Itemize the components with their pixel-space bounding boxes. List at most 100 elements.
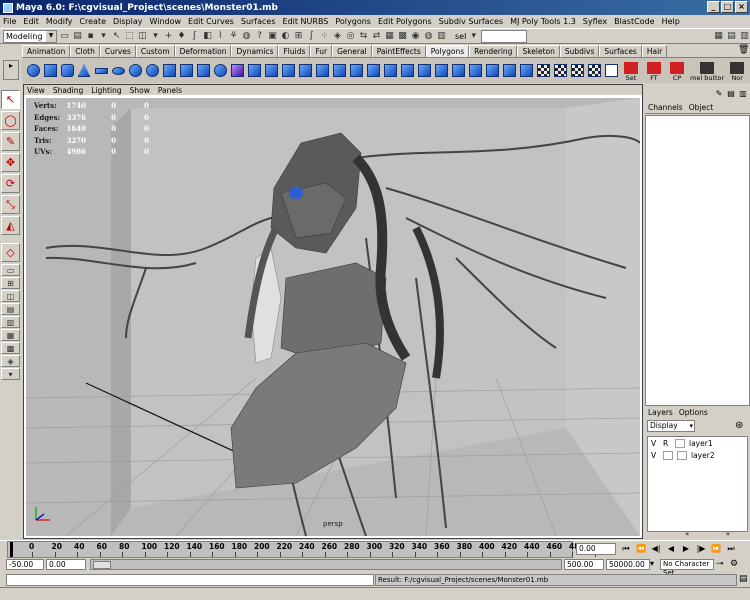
boolean-icon[interactable] (212, 62, 228, 79)
snap-view-plane-icon[interactable]: ◈ (332, 30, 343, 42)
poly-cube-icon[interactable] (42, 62, 58, 79)
bevel-icon[interactable] (297, 62, 313, 79)
menu-edit-nurbs[interactable]: Edit NURBS (283, 17, 329, 26)
manipulator-tool-icon[interactable]: ◭ (1, 216, 20, 235)
panel-menu-view[interactable]: View (27, 86, 45, 95)
menu-modify[interactable]: Modify (46, 17, 73, 26)
menu-subdiv-surfaces[interactable]: Subdiv Surfaces (439, 17, 503, 26)
select-surfaces-icon[interactable]: ◧ (202, 30, 213, 42)
step-forward-key-icon[interactable]: ⏩ (710, 542, 722, 555)
poly-soccer-ball-icon[interactable] (144, 62, 160, 79)
snap-curve-icon[interactable]: ʃ (306, 30, 317, 42)
play-backward-icon[interactable]: ◀ (665, 542, 677, 555)
average-vertices-icon[interactable] (246, 62, 262, 79)
auto-key-icon[interactable]: ⊸ (716, 559, 724, 569)
layer-menu-layers[interactable]: Layers (648, 408, 673, 417)
animation-start-field[interactable]: -50.00 (6, 559, 44, 570)
play-forward-icon[interactable]: ▶ (680, 542, 692, 555)
animation-end-field[interactable]: 50000.00 (606, 559, 650, 570)
menu-edit-polygons[interactable]: Edit Polygons (378, 17, 432, 26)
split-polygon-icon[interactable] (314, 62, 330, 79)
go-to-start-icon[interactable]: ⏮ (620, 542, 632, 555)
shelf-button-cp[interactable]: CP (666, 60, 688, 82)
range-thumb[interactable] (93, 561, 111, 569)
select-object-icon[interactable]: ⬚ (124, 30, 135, 42)
shelf-tab-hair[interactable]: Hair (641, 45, 668, 57)
shelf-tab-dynamics[interactable]: Dynamics (231, 45, 279, 57)
collapse-icon[interactable] (382, 62, 398, 79)
menu-blastcode[interactable]: BlastCode (614, 17, 654, 26)
combine-icon[interactable] (161, 62, 177, 79)
extrude-edge-icon[interactable] (280, 62, 296, 79)
merge-edges-icon[interactable] (365, 62, 381, 79)
shelf-button-set[interactable]: Set (620, 60, 642, 82)
create-polygon-icon[interactable] (433, 62, 449, 79)
spherical-mapping-icon[interactable] (569, 62, 585, 79)
blend-layout-icon[interactable]: ◈ (1, 355, 20, 367)
hypershade-layout-icon[interactable]: ▥ (1, 316, 20, 328)
ipr-render-icon[interactable]: ◍ (423, 30, 434, 42)
move-tool-icon[interactable]: ✥ (1, 153, 20, 172)
panel-menu-panels[interactable]: Panels (158, 86, 182, 95)
tool-settings-icon[interactable]: ▤ (726, 30, 737, 42)
paint-select-tool-icon[interactable]: ✎ (1, 132, 20, 151)
panel-menu-shading[interactable]: Shading (53, 86, 83, 95)
menu-help[interactable]: Help (662, 17, 680, 26)
shelf-tab-subdivs[interactable]: Subdivs (559, 45, 600, 57)
wedge-face-icon[interactable] (331, 62, 347, 79)
mask-dropdown-icon[interactable]: ▾ (150, 30, 161, 42)
quadrangulate-icon[interactable] (501, 62, 517, 79)
shelf-tab-surfaces[interactable]: Surfaces (599, 45, 642, 57)
panel-menu-show[interactable]: Show (130, 86, 150, 95)
step-back-key-icon[interactable]: ⏪ (635, 542, 647, 555)
shelf-tab-deformation[interactable]: Deformation (174, 45, 232, 57)
cylindrical-mapping-icon[interactable] (552, 62, 568, 79)
graph-layout-icon[interactable]: ▦ (1, 329, 20, 341)
shelf-tab-fluids[interactable]: Fluids (278, 45, 311, 57)
channel-box-toggle-icon[interactable]: ▥ (739, 30, 750, 42)
select-hierarchy-icon[interactable]: ▾ (98, 30, 109, 42)
mel-command-input[interactable] (6, 574, 374, 586)
menu-create[interactable]: Create (79, 17, 106, 26)
shelf-tab-animation[interactable]: Animation (22, 45, 71, 57)
chevron-down-icon[interactable]: ▾ (650, 559, 654, 568)
highlight-selection-icon[interactable]: ◐ (280, 30, 291, 42)
layer-color-swatch[interactable] (677, 450, 687, 460)
triangulate-icon[interactable] (484, 62, 500, 79)
select-rendering-icon[interactable]: ◍ (241, 30, 252, 42)
uv-texture-editor-icon[interactable] (603, 62, 619, 79)
layer-visibility-toggle[interactable]: V (651, 451, 659, 460)
channel-box-layout-icon[interactable]: ▤ (726, 89, 736, 99)
render-globals-icon[interactable]: ▥ (436, 30, 447, 42)
poly-sphere-icon[interactable] (25, 62, 41, 79)
menu-display[interactable]: Display (113, 17, 143, 26)
layer-row[interactable]: V layer2 (648, 449, 747, 461)
script-editor-icon[interactable]: ▤ (739, 574, 748, 584)
menu-edit[interactable]: Edit (23, 17, 39, 26)
lasso-tool-icon[interactable]: ◯ (1, 111, 20, 130)
mirror-geometry-icon[interactable] (518, 62, 534, 79)
layer-scroll-right-icon[interactable]: » (726, 530, 730, 538)
two-pane-layout-icon[interactable]: ◫ (1, 290, 20, 302)
select-deformers-icon[interactable]: ⌇ (215, 30, 226, 42)
select-joints-icon[interactable]: ♦ (176, 30, 187, 42)
shelf-tab-custom[interactable]: Custom (135, 45, 175, 57)
shelf-button-nor[interactable]: Nor (726, 60, 748, 82)
character-set-select[interactable]: No Character Set (660, 559, 714, 577)
current-time-indicator[interactable] (10, 542, 13, 557)
menu-edit-curves[interactable]: Edit Curves (188, 17, 234, 26)
shelf-tab-skeleton[interactable]: Skeleton (517, 45, 560, 57)
attribute-editor-icon[interactable]: ▦ (713, 30, 724, 42)
menu-window[interactable]: Window (150, 17, 182, 26)
layer-color-swatch[interactable] (675, 438, 685, 448)
channel-box-float-icon[interactable]: ▥ (738, 89, 748, 99)
separate-icon[interactable] (178, 62, 194, 79)
append-polygon-icon[interactable] (416, 62, 432, 79)
select-by-hierarchy-icon[interactable]: ↖ (111, 30, 122, 42)
last-tool-icon[interactable]: ◇ (1, 243, 20, 262)
lock-selection-icon[interactable]: ▣ (267, 30, 278, 42)
playback-start-field[interactable]: 0.00 (46, 559, 86, 570)
poly-cylinder-icon[interactable] (59, 62, 75, 79)
layer-row[interactable]: V R layer1 (648, 437, 747, 449)
automatic-mapping-icon[interactable] (586, 62, 602, 79)
